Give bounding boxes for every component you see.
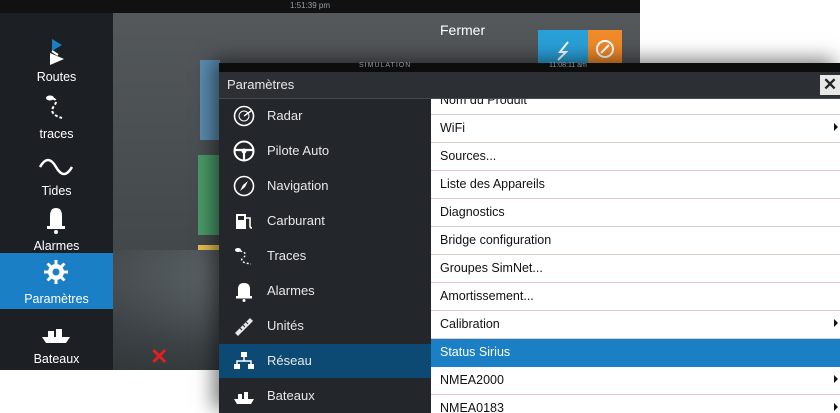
- nav-label: Tides: [41, 184, 72, 198]
- app-tile[interactable]: [200, 60, 220, 140]
- clock: 11:08:11 am: [549, 62, 587, 69]
- category-label: Radar: [267, 108, 303, 123]
- option-diagnostics[interactable]: Diagnostics: [431, 199, 840, 227]
- category-reseau[interactable]: Réseau: [219, 344, 431, 378]
- nav-item-parametres[interactable]: Paramètres: [0, 253, 113, 309]
- category-pilote-auto[interactable]: Pilote Auto: [219, 134, 431, 168]
- category-label: Alarmes: [267, 283, 315, 298]
- traces-icon: [46, 95, 63, 119]
- option-label: Diagnostics: [440, 205, 505, 219]
- option-wifi[interactable]: WiFi: [431, 115, 840, 143]
- simulation-badge: SIMULATION: [359, 62, 412, 69]
- option-calibration[interactable]: Calibration: [431, 311, 840, 339]
- close-button[interactable]: ✕: [820, 75, 840, 95]
- option-label: Groupes SimNet...: [440, 261, 543, 275]
- tides-icon: [38, 158, 74, 176]
- clock: 1:51:39 pm: [290, 1, 331, 10]
- category-bateaux[interactable]: Bateaux: [219, 379, 431, 413]
- option-nmea0183[interactable]: NMEA0183: [431, 395, 840, 413]
- option-nom-du-produit[interactable]: Nom du Produit: [431, 99, 840, 115]
- close-icon[interactable]: ✕: [150, 344, 168, 370]
- category-list: Radar Pilote Auto Navigation Carburant T…: [219, 99, 431, 413]
- option-label: Status Sirius: [440, 345, 511, 359]
- settings-dialog: SIMULATION 11:08:11 am Paramètres ✕ Rada…: [219, 62, 840, 413]
- traces-icon: [235, 248, 252, 265]
- option-label: Calibration: [440, 317, 500, 331]
- category-label: Bateaux: [267, 388, 315, 403]
- category-label: Navigation: [267, 178, 329, 193]
- gear-icon: [44, 260, 68, 284]
- app-tile[interactable]: [198, 155, 220, 235]
- option-label: NMEA2000: [440, 373, 504, 387]
- option-label: Amortissement...: [440, 289, 534, 303]
- steering-wheel-icon: [233, 140, 255, 162]
- category-label: Unités: [267, 318, 304, 333]
- chevron-right-icon: [834, 319, 838, 327]
- nav-label: traces: [39, 127, 74, 141]
- dialog-header: Paramètres ✕: [219, 72, 840, 99]
- dialog-title: Paramètres: [227, 77, 295, 92]
- bell-icon: [47, 208, 65, 234]
- option-label: Liste des Appareils: [440, 177, 545, 191]
- close-icon: ✕: [822, 75, 838, 94]
- status-bar: SIMULATION 11:08:11 am: [219, 62, 840, 72]
- option-label: WiFi: [440, 121, 465, 135]
- category-traces[interactable]: Traces: [219, 239, 431, 273]
- nav-item-bateaux[interactable]: Bateaux: [0, 313, 113, 369]
- category-radar[interactable]: Radar: [219, 99, 431, 133]
- category-label: Carburant: [267, 213, 325, 228]
- option-nmea2000[interactable]: NMEA2000: [431, 367, 840, 395]
- option-bridge-configuration[interactable]: Bridge configuration: [431, 227, 840, 255]
- routes-icon: [50, 39, 64, 65]
- option-groupes-simnet[interactable]: Groupes SimNet...: [431, 255, 840, 283]
- category-alarmes[interactable]: Alarmes: [219, 274, 431, 308]
- option-amortissement[interactable]: Amortissement...: [431, 283, 840, 311]
- nav-item-tides[interactable]: Tides: [0, 145, 113, 201]
- option-status-sirius[interactable]: Status Sirius: [431, 339, 840, 367]
- boats-icon: [42, 329, 70, 343]
- option-label: Nom du Produit: [440, 99, 527, 107]
- option-label: Sources...: [440, 149, 497, 163]
- bell-icon: [236, 283, 252, 302]
- chevron-right-icon: [834, 123, 838, 131]
- category-label: Réseau: [267, 353, 312, 368]
- chevron-right-icon: [834, 375, 838, 383]
- option-label: Bridge configuration: [440, 233, 552, 247]
- category-label: Pilote Auto: [267, 143, 330, 158]
- category-label: Traces: [267, 248, 307, 263]
- close-button[interactable]: Fermer: [440, 22, 485, 38]
- option-list: Nom du Produit WiFi Sources... Liste des…: [431, 99, 840, 413]
- category-unites[interactable]: Unités: [219, 309, 431, 343]
- boats-icon: [234, 392, 254, 404]
- category-navigation[interactable]: Navigation: [219, 169, 431, 203]
- status-bar: 1:51:39 pm: [0, 0, 640, 13]
- nav-item-traces[interactable]: traces: [0, 88, 113, 144]
- category-carburant[interactable]: Carburant: [219, 204, 431, 238]
- nav-label: Bateaux: [33, 352, 80, 366]
- compass-icon: [233, 175, 255, 197]
- ruler-icon: [235, 318, 253, 336]
- nav-item-alarmes[interactable]: Alarmes: [0, 200, 113, 256]
- network-icon: [234, 352, 254, 369]
- radar-icon: [233, 105, 255, 127]
- chevron-right-icon: [834, 403, 838, 411]
- nav-item-routes[interactable]: Routes: [0, 31, 113, 87]
- option-label: NMEA0183: [440, 401, 504, 413]
- nav-label: Paramètres: [24, 292, 89, 306]
- fuel-pump-icon: [236, 214, 253, 229]
- left-nav: Routes traces Tides Alarmes Paramètres B…: [0, 13, 113, 370]
- option-liste-des-appareils[interactable]: Liste des Appareils: [431, 171, 840, 199]
- nav-label: Routes: [36, 70, 77, 84]
- nav-label: Alarmes: [33, 239, 80, 253]
- option-sources[interactable]: Sources...: [431, 143, 840, 171]
